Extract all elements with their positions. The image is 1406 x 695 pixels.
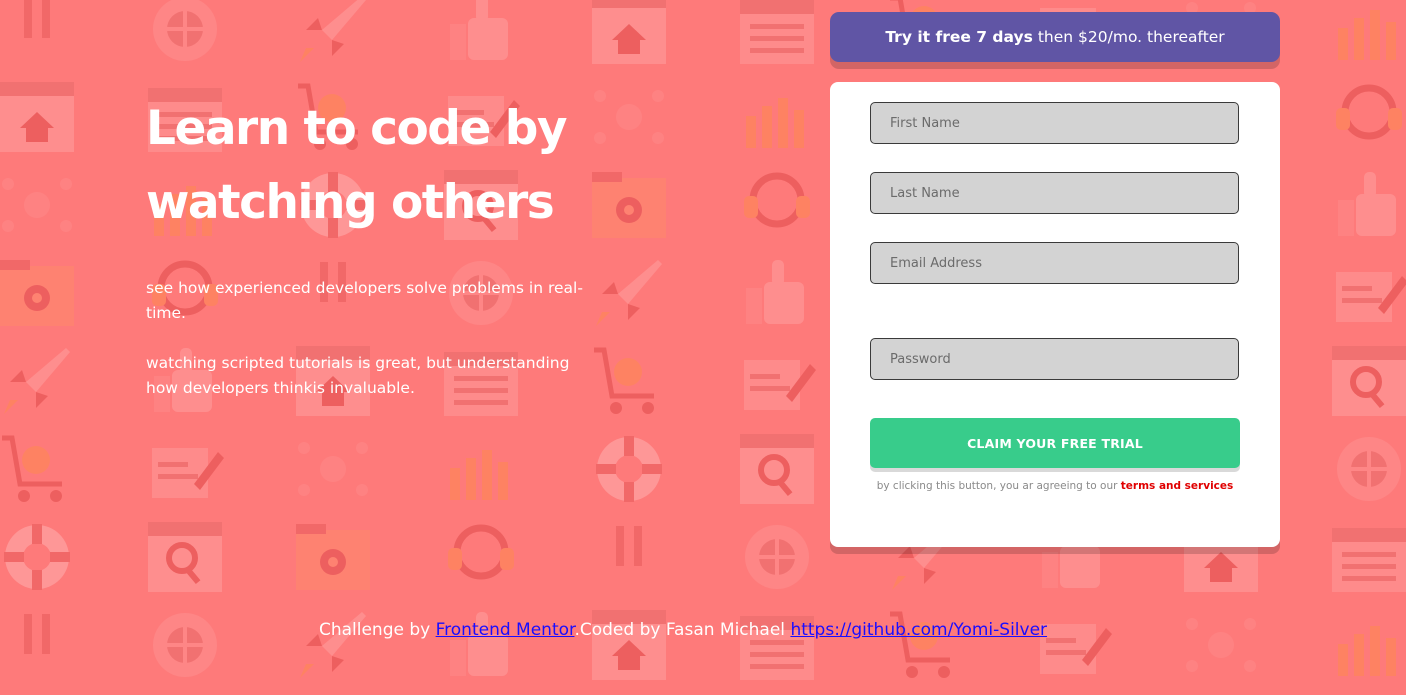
claim-trial-button[interactable]: CLAIM YOUR FREE TRIAL [870,418,1240,468]
network-icon [298,442,368,496]
calendar-icon [740,616,814,680]
cart-icon [890,611,950,678]
first-name-input[interactable] [870,102,1239,144]
pencil-icon [744,360,816,410]
chart-icon [1338,10,1396,60]
promo-rest-text: then $20/mo. thereafter [1037,28,1225,46]
terms-notice: by clicking this button, you ar agreeing… [830,480,1280,492]
lifebuoy-icon [4,524,70,590]
pencil-icon [1040,624,1112,674]
headset-icon [1336,84,1402,140]
globe-gear-icon [1337,437,1401,501]
attribution-footer: Challenge by Frontend Mentor.Coded by Fa… [0,620,1366,640]
terms-link[interactable]: terms and services [1121,480,1234,492]
globe-gear-icon [745,525,809,589]
browser-window-icon [592,0,666,64]
pencil-icon [1336,272,1406,322]
thumbs-up-icon [450,0,508,60]
rocket-icon [300,0,366,62]
thumbs-up-icon [450,612,508,676]
footer-prefix: Challenge by [318,620,431,640]
globe-gear-icon [153,613,217,677]
lifebuoy-icon [596,436,662,502]
hero-title: Learn to code by watching others [146,92,606,240]
hero-section: Learn to code by watching others see how… [146,92,606,401]
terms-text: by clicking this button, you ar agreeing… [876,480,1118,492]
calendar-icon [1332,528,1406,592]
headset-icon [448,524,514,580]
hero-paragraph-2: watching scripted tutorials is great, bu… [146,354,570,397]
last-name-input[interactable] [870,172,1239,214]
github-link[interactable]: https://github.com/Yomi-Silver [790,620,1047,640]
promo-bold-text: Try it free 7 days [885,28,1033,46]
frontend-mentor-link[interactable]: Frontend Mentor [436,620,575,640]
magnifier-icon [148,522,222,592]
hero-paragraph-1: see how experienced developers solve pro… [146,279,583,322]
footer-middle: .Coded by Fasan Michael [574,620,786,640]
chart-icon [1338,626,1396,676]
globe-gear-icon [153,0,217,61]
headset-icon [744,172,810,228]
folder-gear-icon [296,524,370,590]
browser-window-icon [0,82,74,152]
rocket-icon [4,348,70,414]
graduation-icon [616,526,642,566]
calendar-icon [740,0,814,64]
cart-icon [2,435,62,502]
pencil-icon [152,448,224,498]
thumbs-up-icon [746,260,804,324]
chart-icon [450,450,508,500]
email-input[interactable] [870,242,1239,284]
folder-gear-icon [0,260,74,326]
hero-title-line1: Learn to code by [146,101,567,156]
chart-icon [746,98,804,148]
rocket-icon [300,612,366,678]
graduation-icon [24,0,50,38]
browser-window-icon [592,610,666,680]
thumbs-up-icon [1338,172,1396,236]
magnifier-icon [1332,346,1406,416]
network-icon [2,178,72,232]
password-input[interactable] [870,338,1239,380]
network-icon [1186,618,1256,672]
signup-form: CLAIM YOUR FREE TRIAL by clicking this b… [830,82,1280,547]
graduation-icon [24,614,50,654]
hero-title-line2: watching others [146,175,555,230]
magnifier-icon [740,434,814,504]
promo-banner: Try it free 7 days then $20/mo. thereaft… [830,12,1280,62]
